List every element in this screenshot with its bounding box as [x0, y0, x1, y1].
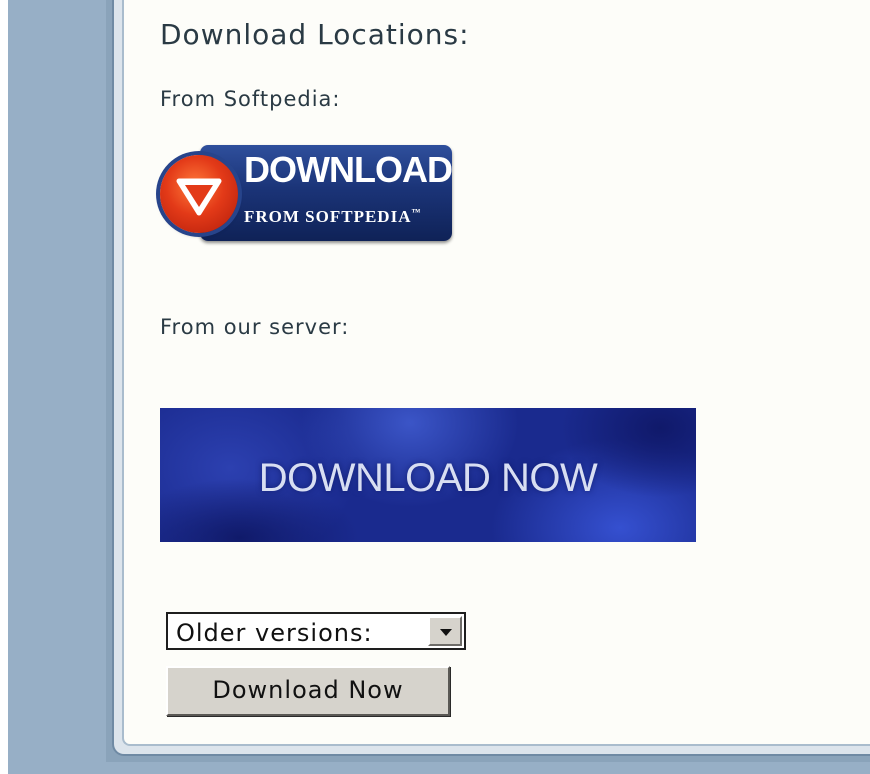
download-now-button[interactable]: Download Now [166, 666, 450, 716]
bottom-border-strip [8, 762, 870, 774]
section-heading: Download Locations: [160, 18, 470, 51]
from-server-label: From our server: [160, 315, 350, 339]
select-value: Older versions: [176, 619, 373, 647]
badge-line2: FROM SOFTPEDIA™ [244, 207, 421, 227]
from-softpedia-label: From Softpedia: [160, 87, 341, 111]
banner-text: DOWNLOAD NOW [258, 456, 598, 500]
content-frame: Download Locations: From Softpedia: DOWN… [112, 0, 870, 756]
download-now-banner[interactable]: DOWNLOAD NOW [160, 408, 696, 542]
left-gutter [0, 0, 8, 774]
chevron-down-icon[interactable] [428, 616, 462, 646]
softpedia-download-badge[interactable]: DOWNLOAD FROM SOFTPEDIA™ [160, 143, 456, 243]
badge-line2-text: FROM SOFTPEDIA [244, 207, 412, 226]
badge-trademark: ™ [411, 207, 422, 217]
down-arrow-circle-icon [160, 155, 238, 233]
content-panel: Download Locations: From Softpedia: DOWN… [106, 0, 870, 762]
download-locations-section: Download Locations: From Softpedia: DOWN… [122, 0, 870, 746]
sidebar-background [8, 0, 106, 774]
badge-line1: DOWNLOAD [244, 149, 453, 190]
older-versions-select[interactable]: Older versions: [166, 612, 466, 650]
